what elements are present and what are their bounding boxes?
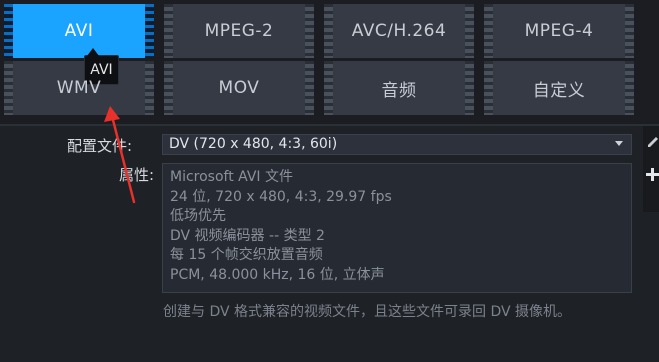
divider	[0, 124, 659, 126]
format-tile-avc-h264[interactable]: AVC/H.264	[324, 4, 474, 58]
properties-box: Microsoft AVI 文件 24 位, 720 x 480, 4:3, 2…	[162, 163, 632, 293]
property-line: DV 视频编码器 -- 类型 2	[170, 227, 325, 244]
annotation-arrow-icon	[104, 106, 136, 204]
plus-icon[interactable]	[646, 168, 659, 181]
edit-icon[interactable]	[646, 134, 659, 148]
profile-description: 创建与 DV 格式兼容的视频文件，且这些文件可录回 DV 摄像机。	[163, 304, 572, 320]
format-tile-label: 音频	[381, 80, 417, 101]
format-tile-mov[interactable]: MOV	[164, 61, 314, 115]
property-line: PCM, 48.000 kHz, 16 位, 立体声	[170, 266, 385, 283]
format-tile-mpeg2[interactable]: MPEG-2	[164, 4, 314, 58]
format-tile-label: AVC/H.264	[351, 21, 447, 41]
tooltip-text: AVI	[90, 62, 113, 78]
format-tile-label: MOV	[218, 78, 260, 98]
property-line: 24 位, 720 x 480, 4:3, 29.97 fps	[170, 188, 392, 205]
format-tile-mpeg4[interactable]: MPEG-4	[484, 4, 634, 58]
format-tile-label: MPEG-2	[204, 21, 274, 41]
right-toolbar	[643, 126, 659, 212]
property-line: 低场优先	[170, 208, 226, 224]
format-tile-label: 自定义	[532, 80, 586, 101]
format-tile-audio[interactable]: 音频	[324, 61, 474, 115]
profile-select-value: DV (720 x 480, 4:3, 60i)	[169, 136, 338, 152]
format-tile-avi[interactable]: AVI	[4, 4, 154, 58]
property-line: Microsoft AVI 文件	[170, 169, 293, 185]
format-tile-custom[interactable]: 自定义	[484, 61, 634, 115]
chevron-down-icon	[615, 141, 623, 146]
property-line: 每 15 个帧交织放置音频	[170, 247, 323, 263]
format-tile-label: MPEG-4	[524, 21, 594, 41]
profile-select[interactable]: DV (720 x 480, 4:3, 60i)	[162, 134, 632, 155]
format-tile-label: WMV	[56, 78, 102, 98]
format-tile-label: AVI	[64, 21, 94, 41]
